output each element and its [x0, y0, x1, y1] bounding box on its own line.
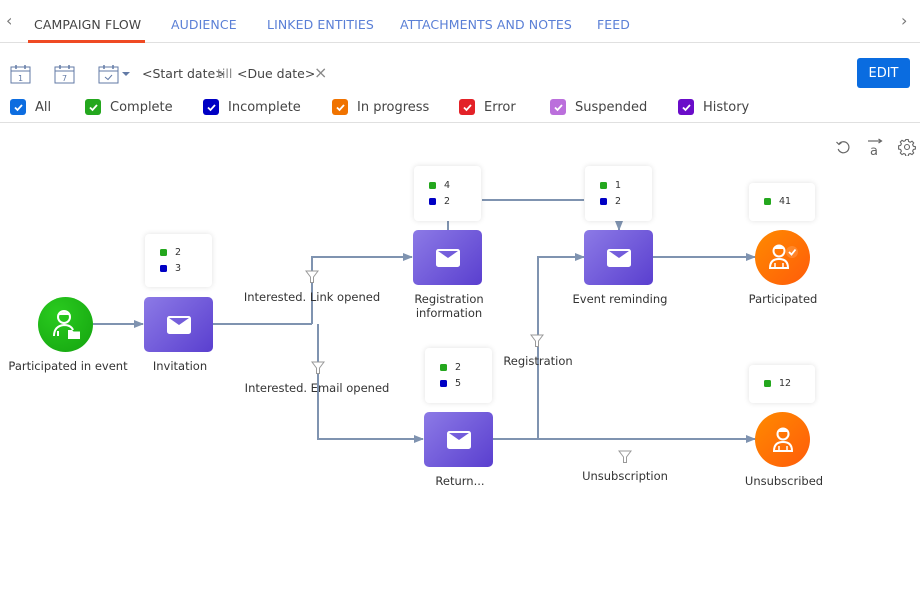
stat-box-return: 2 5: [425, 348, 492, 403]
email-icon: [166, 315, 191, 334]
stat-incomplete: 3: [160, 263, 181, 274]
stat-value: 1: [615, 180, 622, 191]
stat-value: 5: [455, 378, 462, 389]
audience-icon: [772, 427, 793, 452]
stat-box-participated: 41: [749, 183, 815, 221]
incomplete-dot-icon: [429, 198, 436, 205]
stat-box-registration-information: 4 2: [414, 166, 481, 221]
stat-box-unsubscribed: 12: [749, 365, 815, 403]
stat-complete: 4: [429, 180, 450, 191]
stat-incomplete: 2: [600, 196, 621, 207]
connector-registration[interactable]: [537, 253, 585, 439]
node-unsubscribed[interactable]: [755, 412, 810, 467]
condition-filter-icon[interactable]: [618, 450, 632, 464]
email-icon: [435, 248, 460, 267]
email-icon: [446, 430, 471, 449]
node-label: Invitation: [152, 359, 208, 373]
node-label: Participated: [748, 292, 818, 306]
complete-dot-icon: [160, 249, 167, 256]
complete-dot-icon: [764, 198, 771, 205]
incomplete-dot-icon: [160, 265, 167, 272]
node-participated-in-event[interactable]: [38, 297, 93, 352]
edge-label-registration: Registration: [503, 354, 573, 368]
stat-value: 4: [444, 180, 451, 191]
stat-value: 2: [175, 247, 182, 258]
email-icon: [606, 248, 631, 267]
condition-filter-icon[interactable]: [530, 334, 544, 348]
stat-incomplete: 2: [429, 196, 450, 207]
node-return[interactable]: [424, 412, 493, 467]
stat-complete: 2: [160, 247, 181, 258]
node-participated[interactable]: [755, 230, 810, 285]
edge-label-link-opened: Interested. Link opened: [243, 290, 381, 304]
stat-value: 41: [779, 196, 792, 207]
stat-incomplete: 5: [440, 378, 461, 389]
complete-dot-icon: [600, 182, 607, 189]
node-label: Registration information: [414, 292, 484, 320]
stat-value: 12: [779, 378, 792, 389]
audience-folder-icon: [52, 309, 80, 339]
stat-complete: 12: [764, 378, 791, 389]
node-registration-information[interactable]: [413, 230, 482, 285]
incomplete-dot-icon: [600, 198, 607, 205]
node-label: Unsubscribed: [744, 474, 824, 488]
incomplete-dot-icon: [440, 380, 447, 387]
stat-value: 2: [455, 362, 462, 373]
stat-value: 2: [444, 196, 451, 207]
stat-complete: 2: [440, 362, 461, 373]
node-label: Return...: [435, 474, 485, 488]
audience-checked-icon: [768, 244, 798, 269]
stat-value: 2: [615, 196, 622, 207]
node-label: Participated in event: [8, 359, 128, 373]
condition-filter-icon[interactable]: [305, 270, 319, 284]
node-event-reminding[interactable]: [584, 230, 653, 285]
condition-filter-icon[interactable]: [311, 361, 325, 375]
edge-label-unsubscription: Unsubscription: [582, 469, 668, 483]
stat-value: 3: [175, 263, 182, 274]
stat-complete: 1: [600, 180, 621, 191]
edge-label-email-opened: Interested. Email opened: [244, 381, 390, 395]
stat-box-event-reminding: 1 2: [585, 166, 652, 221]
node-label: Event reminding: [572, 292, 668, 306]
complete-dot-icon: [429, 182, 436, 189]
complete-dot-icon: [764, 380, 771, 387]
stat-complete: 41: [764, 196, 791, 207]
node-invitation[interactable]: [144, 297, 213, 352]
complete-dot-icon: [440, 364, 447, 371]
stat-box-invitation: 2 3: [145, 234, 212, 287]
